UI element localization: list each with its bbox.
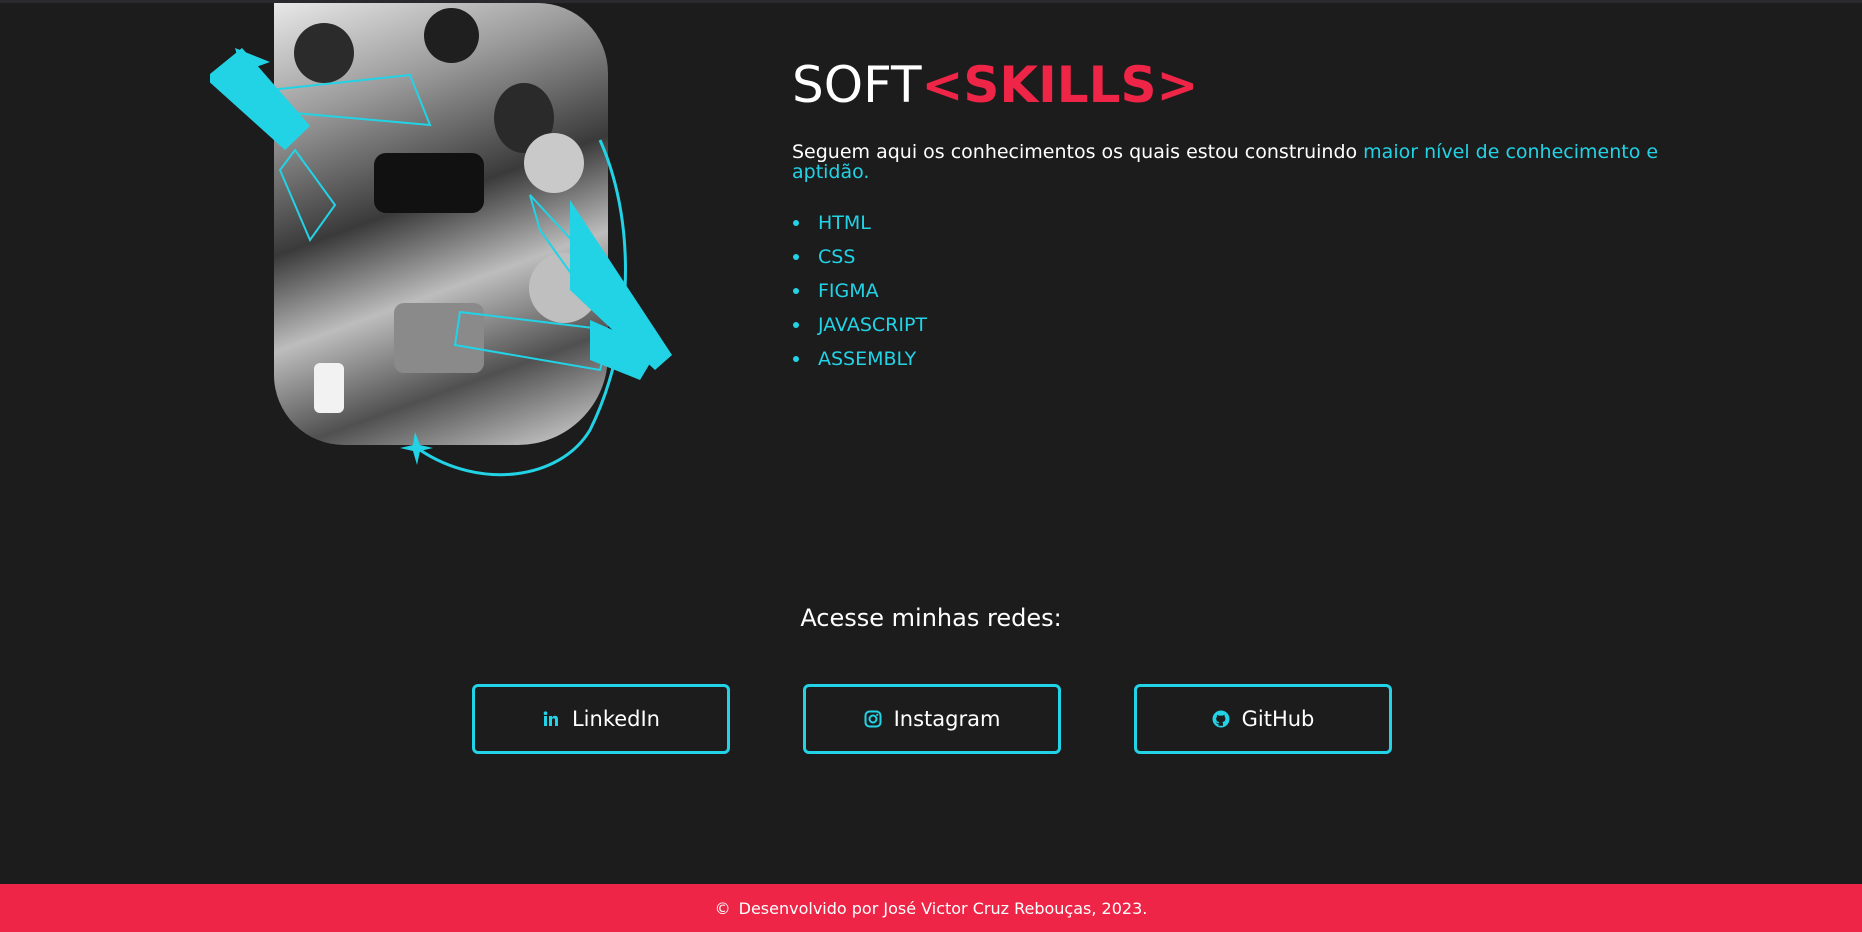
decorative-frame-shapes [210,48,672,477]
copyright-icon: © [714,898,731,918]
bullet-icon [793,322,799,328]
instagram-icon [864,710,882,728]
list-item: ASSEMBLY [792,348,1692,382]
list-item: FIGMA [792,280,1692,314]
github-label: GitHub [1241,707,1315,731]
linkedin-label: LinkedIn [571,707,660,731]
section-title: SOFT<SKILLS> [792,56,1692,114]
soft-skills-section: SOFT<SKILLS> Seguem aqui os conhecimento… [792,56,1692,382]
list-item: CSS [792,246,1692,280]
bullet-icon [793,220,799,226]
bullet-icon [793,356,799,362]
skill-label: CSS [818,246,856,268]
skill-label: HTML [818,212,871,234]
github-icon [1212,710,1230,728]
skill-label: FIGMA [818,280,879,302]
intro-paragraph: Seguem aqui os conhecimentos os quais es… [792,142,1682,182]
skill-label: JAVASCRIPT [818,314,928,336]
title-accent: <SKILLS> [921,56,1199,114]
footer: © Desenvolvido por José Victor Cruz Rebo… [0,884,1862,932]
skill-label: ASSEMBLY [818,348,917,370]
github-button[interactable]: GitHub [1134,684,1392,754]
skills-list: HTML CSS FIGMA JAVASCRIPT ASSEMBLY [792,212,1692,382]
list-item: HTML [792,212,1692,246]
linkedin-button[interactable]: LinkedIn [472,684,730,754]
networks-title: Acesse minhas redes: [800,604,1062,632]
bullet-icon [793,254,799,260]
instagram-button[interactable]: Instagram [803,684,1061,754]
linkedin-icon [542,710,560,728]
instagram-label: Instagram [893,707,1001,731]
list-item: JAVASCRIPT [792,314,1692,348]
profile-photo-section [210,0,680,480]
bullet-icon [793,288,799,294]
title-plain: SOFT [792,56,922,114]
intro-text: Seguem aqui os conhecimentos os quais es… [792,141,1364,163]
footer-text: Desenvolvido por José Victor Cruz Rebouç… [738,898,1148,918]
